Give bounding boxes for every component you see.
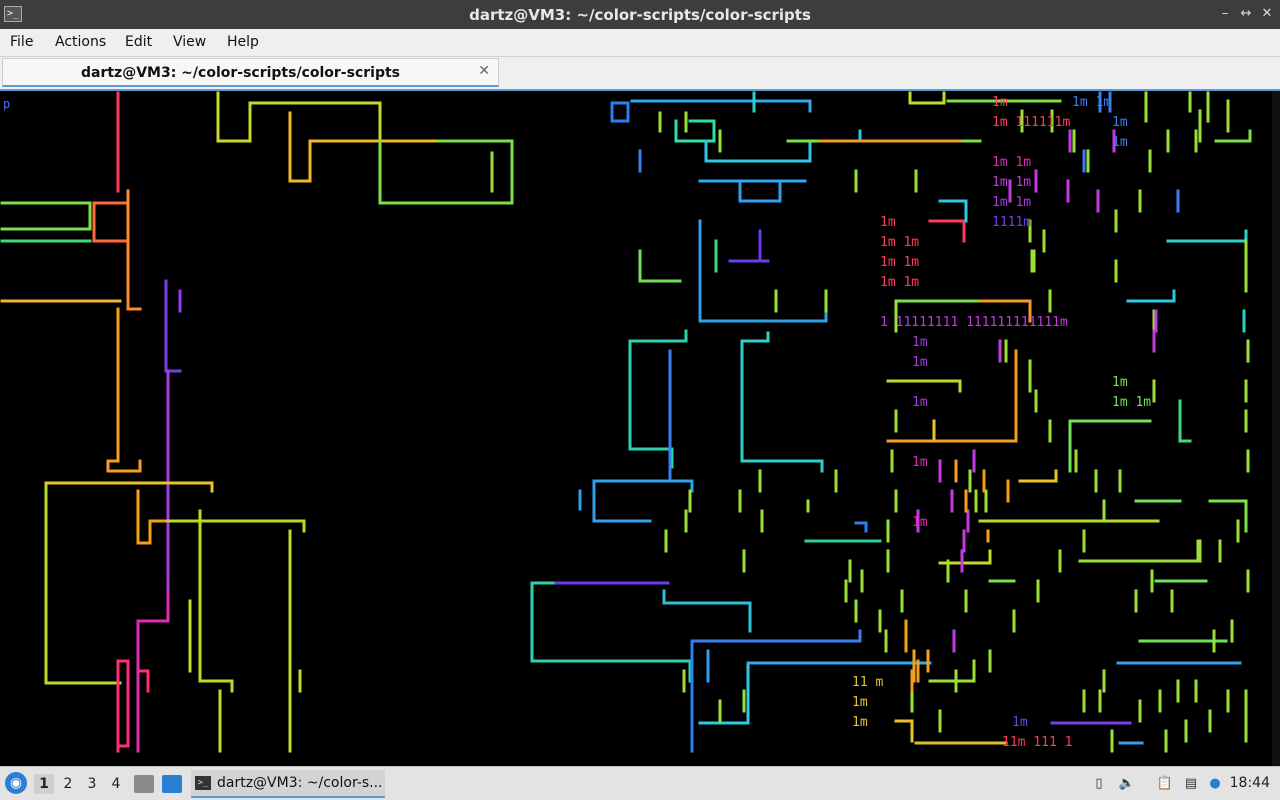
- text-fragment: 1m: [992, 95, 1008, 110]
- terminal-scrollbar[interactable]: [1272, 91, 1280, 766]
- text-fragment: 1m 1m: [880, 235, 920, 250]
- text-fragment: 1m 1m: [992, 195, 1032, 210]
- text-fragment: 1m 1m: [1112, 395, 1152, 410]
- clipboard-icon[interactable]: 📋: [1156, 775, 1174, 793]
- text-fragment: 1m 1m: [880, 275, 920, 290]
- close-icon[interactable]: ✕: [478, 63, 490, 79]
- text-fragment: 1m 1m: [992, 155, 1032, 170]
- clock[interactable]: 18:44: [1230, 775, 1270, 791]
- menu-help[interactable]: Help: [227, 34, 259, 50]
- terminal-icon: >_: [195, 776, 211, 790]
- taskbar-item-label: dartz@VM3: ~/color-s...: [217, 775, 383, 791]
- text-fragment: 11 m: [852, 675, 884, 690]
- text-fragment: 1m: [912, 455, 928, 470]
- tab-terminal[interactable]: dartz@VM3: ~/color-scripts/color-scripts…: [2, 58, 499, 87]
- text-fragment: 1m: [1012, 715, 1028, 730]
- text-fragment: 1m: [852, 695, 868, 710]
- text-fragment: 1m: [1112, 115, 1128, 130]
- volume-icon[interactable]: 🔈: [1118, 775, 1136, 793]
- text-fragment: 1111m: [992, 215, 1032, 230]
- start-menu-icon[interactable]: ◉: [5, 772, 27, 794]
- workspace-4[interactable]: 4: [106, 774, 126, 794]
- text-fragment: 1m: [852, 715, 868, 730]
- text-fragment: 1m: [1112, 375, 1128, 390]
- terminal-output[interactable]: p 1m 1m 1m 1m 111111m 1m 1m 1m 1m 1m 1m …: [0, 89, 1280, 766]
- battery-icon[interactable]: ▯: [1090, 775, 1108, 793]
- text-fragment: 1m 1m: [1072, 95, 1112, 110]
- workspace-2[interactable]: 2: [58, 774, 78, 794]
- desktop-icon[interactable]: [162, 775, 182, 793]
- taskbar: ◉ 1 2 3 4 >_ dartz@VM3: ~/color-s... ▯ 🔈…: [0, 766, 1280, 800]
- text-fragment: 1m 111111m: [992, 115, 1071, 130]
- network-icon[interactable]: ▤: [1182, 775, 1200, 793]
- text-fragment: 1m 1m: [992, 175, 1032, 190]
- menu-bar: File Actions Edit View Help: [0, 29, 1280, 57]
- tab-bar: dartz@VM3: ~/color-scripts/color-scripts…: [0, 57, 1280, 89]
- window-title: dartz@VM3: ~/color-scripts/color-scripts: [469, 6, 811, 24]
- tab-label: dartz@VM3: ~/color-scripts/color-scripts: [80, 65, 400, 81]
- terminal-text-layer: 1m 1m 1m 1m 111111m 1m 1m 1m 1m 1m 1m 1m…: [0, 91, 1272, 766]
- text-fragment: 1m: [880, 215, 896, 230]
- workspace-3[interactable]: 3: [82, 774, 102, 794]
- workspace-1[interactable]: 1: [34, 774, 54, 794]
- menu-file[interactable]: File: [10, 34, 33, 50]
- menu-actions[interactable]: Actions: [55, 34, 106, 50]
- file-manager-icon[interactable]: [134, 775, 154, 793]
- text-fragment: 1 11111111 111111111111m: [880, 315, 1068, 330]
- close-icon[interactable]: ✕: [1258, 5, 1276, 23]
- text-fragment: 11m 111 1: [1002, 735, 1073, 750]
- window-titlebar[interactable]: >_ dartz@VM3: ~/color-scripts/color-scri…: [0, 0, 1280, 29]
- text-fragment: 1m: [912, 335, 928, 350]
- minimize-icon[interactable]: –: [1216, 5, 1234, 23]
- menu-view[interactable]: View: [173, 34, 206, 50]
- taskbar-item-terminal[interactable]: >_ dartz@VM3: ~/color-s...: [191, 770, 385, 798]
- text-fragment: 1m: [912, 515, 928, 530]
- notification-icon[interactable]: ●: [1206, 775, 1224, 793]
- text-fragment: 1m: [1112, 135, 1128, 150]
- text-fragment: 1m: [912, 395, 928, 410]
- text-fragment: 1m: [912, 355, 928, 370]
- menu-edit[interactable]: Edit: [125, 34, 152, 50]
- maximize-icon[interactable]: ↔: [1237, 5, 1255, 23]
- text-fragment: 1m 1m: [880, 255, 920, 270]
